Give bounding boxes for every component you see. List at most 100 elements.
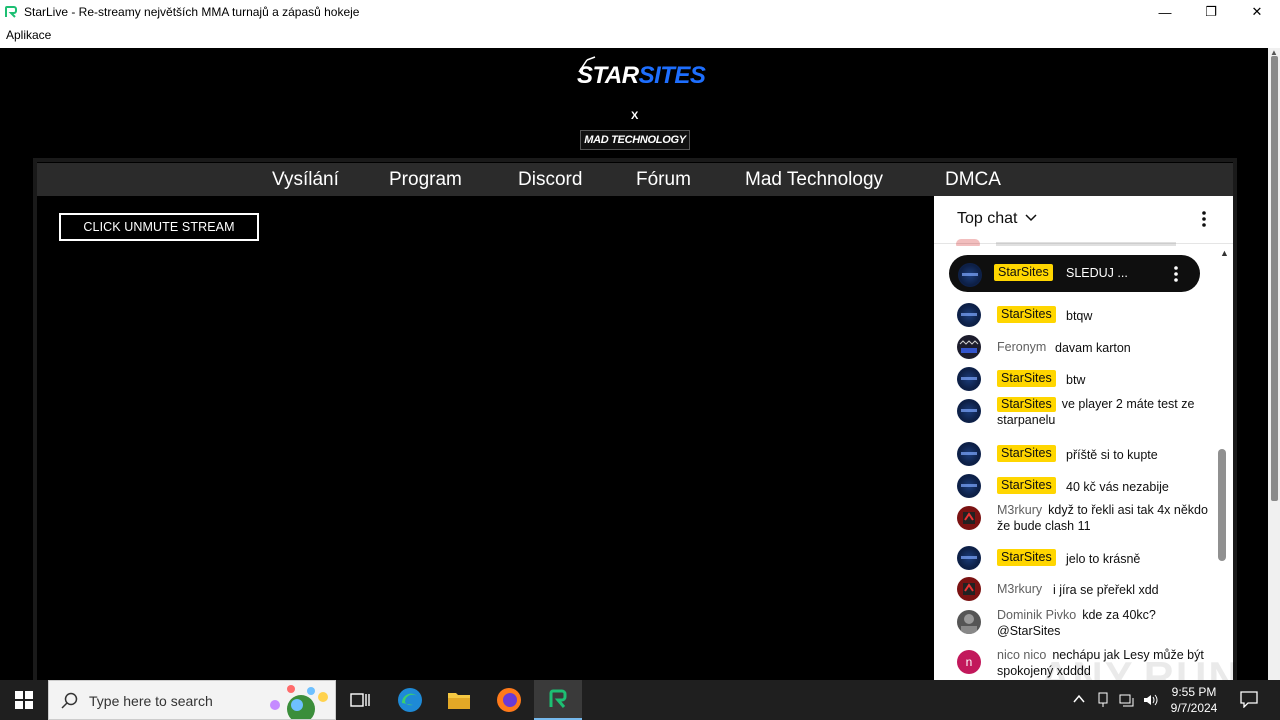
logo-x: X <box>631 110 639 122</box>
faded-message <box>956 236 1196 246</box>
message-text: jelo to krásně <box>1066 552 1141 566</box>
message-text: davam karton <box>1055 341 1131 355</box>
author-name: M3rkury <box>997 582 1043 596</box>
menubar: Aplikace <box>0 24 1280 48</box>
restore-icon: ❐ <box>1205 4 1217 19</box>
avatar <box>957 335 981 359</box>
chat-message[interactable]: StarSites jelo to krásně <box>957 546 1212 570</box>
nav-dmca[interactable]: DMCA <box>945 169 1001 191</box>
logo-partner: MAD TECHNOLOGY <box>580 130 690 150</box>
avatar <box>957 577 981 601</box>
chat-message[interactable]: M3rkury i jíra se přeřekl xdd <box>957 577 1212 601</box>
taskbar-starlive[interactable] <box>534 680 582 720</box>
chat-message[interactable]: Feronym davam karton <box>957 335 1212 359</box>
window-title: StarLive - Re-streamy největších MMA tur… <box>24 5 360 19</box>
message-text: příště si to kupte <box>1066 448 1158 462</box>
avatar <box>957 546 981 570</box>
folder-icon <box>448 693 470 709</box>
taskbar-edge[interactable] <box>386 680 434 720</box>
author-name: Feronym <box>997 340 1047 354</box>
live-chat-panel: Top chat ▲ StarSites SLEDUJ ... StarSite… <box>934 196 1233 680</box>
clock-date: 9/7/2024 <box>1170 701 1218 715</box>
author-name: Dominik Pivko <box>997 608 1077 622</box>
search-highlight-icon <box>261 683 333 720</box>
search-icon <box>61 692 79 715</box>
chat-scroll-up-icon[interactable]: ▲ <box>1220 248 1229 258</box>
pinned-author-badge: StarSites <box>994 264 1053 281</box>
pinned-message[interactable]: StarSites SLEDUJ ... <box>949 255 1200 292</box>
nav-forum[interactable]: Fórum <box>636 169 691 191</box>
site-logo[interactable]: STARSITES X MAD TECHNOLOGY <box>577 56 706 150</box>
taskbar-clock[interactable]: 9:55 PM 9/7/2024 <box>1164 684 1224 716</box>
page-scrollbar[interactable]: ▲ <box>1268 48 1280 680</box>
chat-message[interactable]: StarSites btqw <box>957 303 1212 327</box>
web-page: STARSITES X MAD TECHNOLOGY Vysílání Prog… <box>0 48 1268 680</box>
app-icon <box>4 5 18 19</box>
author-badge: StarSites <box>997 477 1056 494</box>
chat-mode-selector[interactable]: Top chat <box>957 210 1017 228</box>
taskbar-search[interactable]: Type here to search <box>48 680 336 720</box>
message-body: M3rkury když to řekli asi tak 4x někdo že… <box>997 502 1217 534</box>
chat-message[interactable]: StarSites 40 kč vás nezabije <box>957 474 1212 498</box>
nav-vysilani[interactable]: Vysílání <box>272 169 339 191</box>
close-icon: ✕ <box>1251 4 1263 19</box>
author-name: M3rkury <box>997 503 1043 517</box>
usb-icon[interactable] <box>1096 692 1110 711</box>
restore-button[interactable]: ❐ <box>1188 0 1234 24</box>
unmute-stream-button[interactable]: CLICK UNMUTE STREAM <box>59 213 259 241</box>
pinned-more-icon[interactable] <box>1171 265 1181 288</box>
menu-aplikace[interactable]: Aplikace <box>6 28 51 42</box>
volume-icon[interactable] <box>1142 692 1158 711</box>
chat-message[interactable]: StarSites příště si to kupte <box>957 442 1212 466</box>
avatar <box>957 303 981 327</box>
pinned-text: SLEDUJ ... <box>1066 266 1128 280</box>
taskbar-file-explorer[interactable] <box>435 680 483 720</box>
edge-icon <box>398 688 422 712</box>
author-name: nico nico <box>997 648 1047 662</box>
chat-more-icon[interactable] <box>1196 210 1212 233</box>
chat-scrollbar[interactable] <box>1218 449 1226 561</box>
chat-message[interactable]: Dominik Pivko kde za 40kc? @StarSites <box>957 608 1212 646</box>
author-badge: StarSites <box>997 370 1056 387</box>
avatar <box>957 442 981 466</box>
chat-message[interactable]: M3rkury když to řekli asi tak 4x někdo že… <box>957 503 1212 542</box>
start-button[interactable] <box>0 680 48 720</box>
logo-wordmark: STARSITES <box>577 62 706 90</box>
window-titlebar: StarLive - Re-streamy největších MMA tur… <box>0 0 1280 24</box>
author-badge: StarSites <box>997 549 1056 566</box>
avatar <box>958 263 982 287</box>
message-text: btw <box>1066 373 1086 387</box>
nav-program[interactable]: Program <box>389 169 462 191</box>
task-view-button[interactable] <box>336 680 384 720</box>
message-body: Dominik Pivko kde za 40kc? @StarSites <box>997 607 1217 639</box>
logo-sites-text: SITES <box>638 62 706 89</box>
starlive-icon <box>549 689 567 708</box>
nav-discord[interactable]: Discord <box>518 169 582 191</box>
taskbar: Type here to search 9:55 PM 9/7/2024 <box>0 680 1280 720</box>
firefox-icon <box>497 688 521 712</box>
network-icon[interactable] <box>1119 692 1135 711</box>
message-body: StarSites ve player 2 máte test ze starpa… <box>997 396 1217 428</box>
avatar <box>957 474 981 498</box>
page-scroll-thumb[interactable] <box>1271 56 1278 501</box>
task-view-icon <box>350 693 370 707</box>
nav-mad-technology[interactable]: Mad Technology <box>745 169 883 191</box>
taskbar-firefox[interactable] <box>485 680 533 720</box>
chat-message[interactable]: StarSites btw <box>957 367 1212 391</box>
minimize-button[interactable]: — <box>1142 0 1188 24</box>
chevron-up-icon[interactable] <box>1072 692 1086 709</box>
avatar <box>957 399 981 423</box>
notifications-icon[interactable] <box>1240 690 1258 711</box>
message-text: i jíra se přeřekl xdd <box>1053 583 1159 597</box>
author-badge: StarSites <box>997 306 1056 323</box>
windows-icon <box>15 691 33 709</box>
message-text: btqw <box>1066 309 1093 323</box>
chevron-down-icon[interactable] <box>1024 210 1038 229</box>
close-button[interactable]: ✕ <box>1234 0 1280 24</box>
avatar <box>957 506 981 530</box>
avatar: n <box>957 650 981 674</box>
chat-message[interactable]: StarSites ve player 2 máte test ze starpa… <box>957 397 1212 435</box>
main-nav: Vysílání Program Discord Fórum Mad Techn… <box>37 163 1233 196</box>
author-badge: StarSites <box>997 445 1056 462</box>
avatar <box>957 610 981 634</box>
